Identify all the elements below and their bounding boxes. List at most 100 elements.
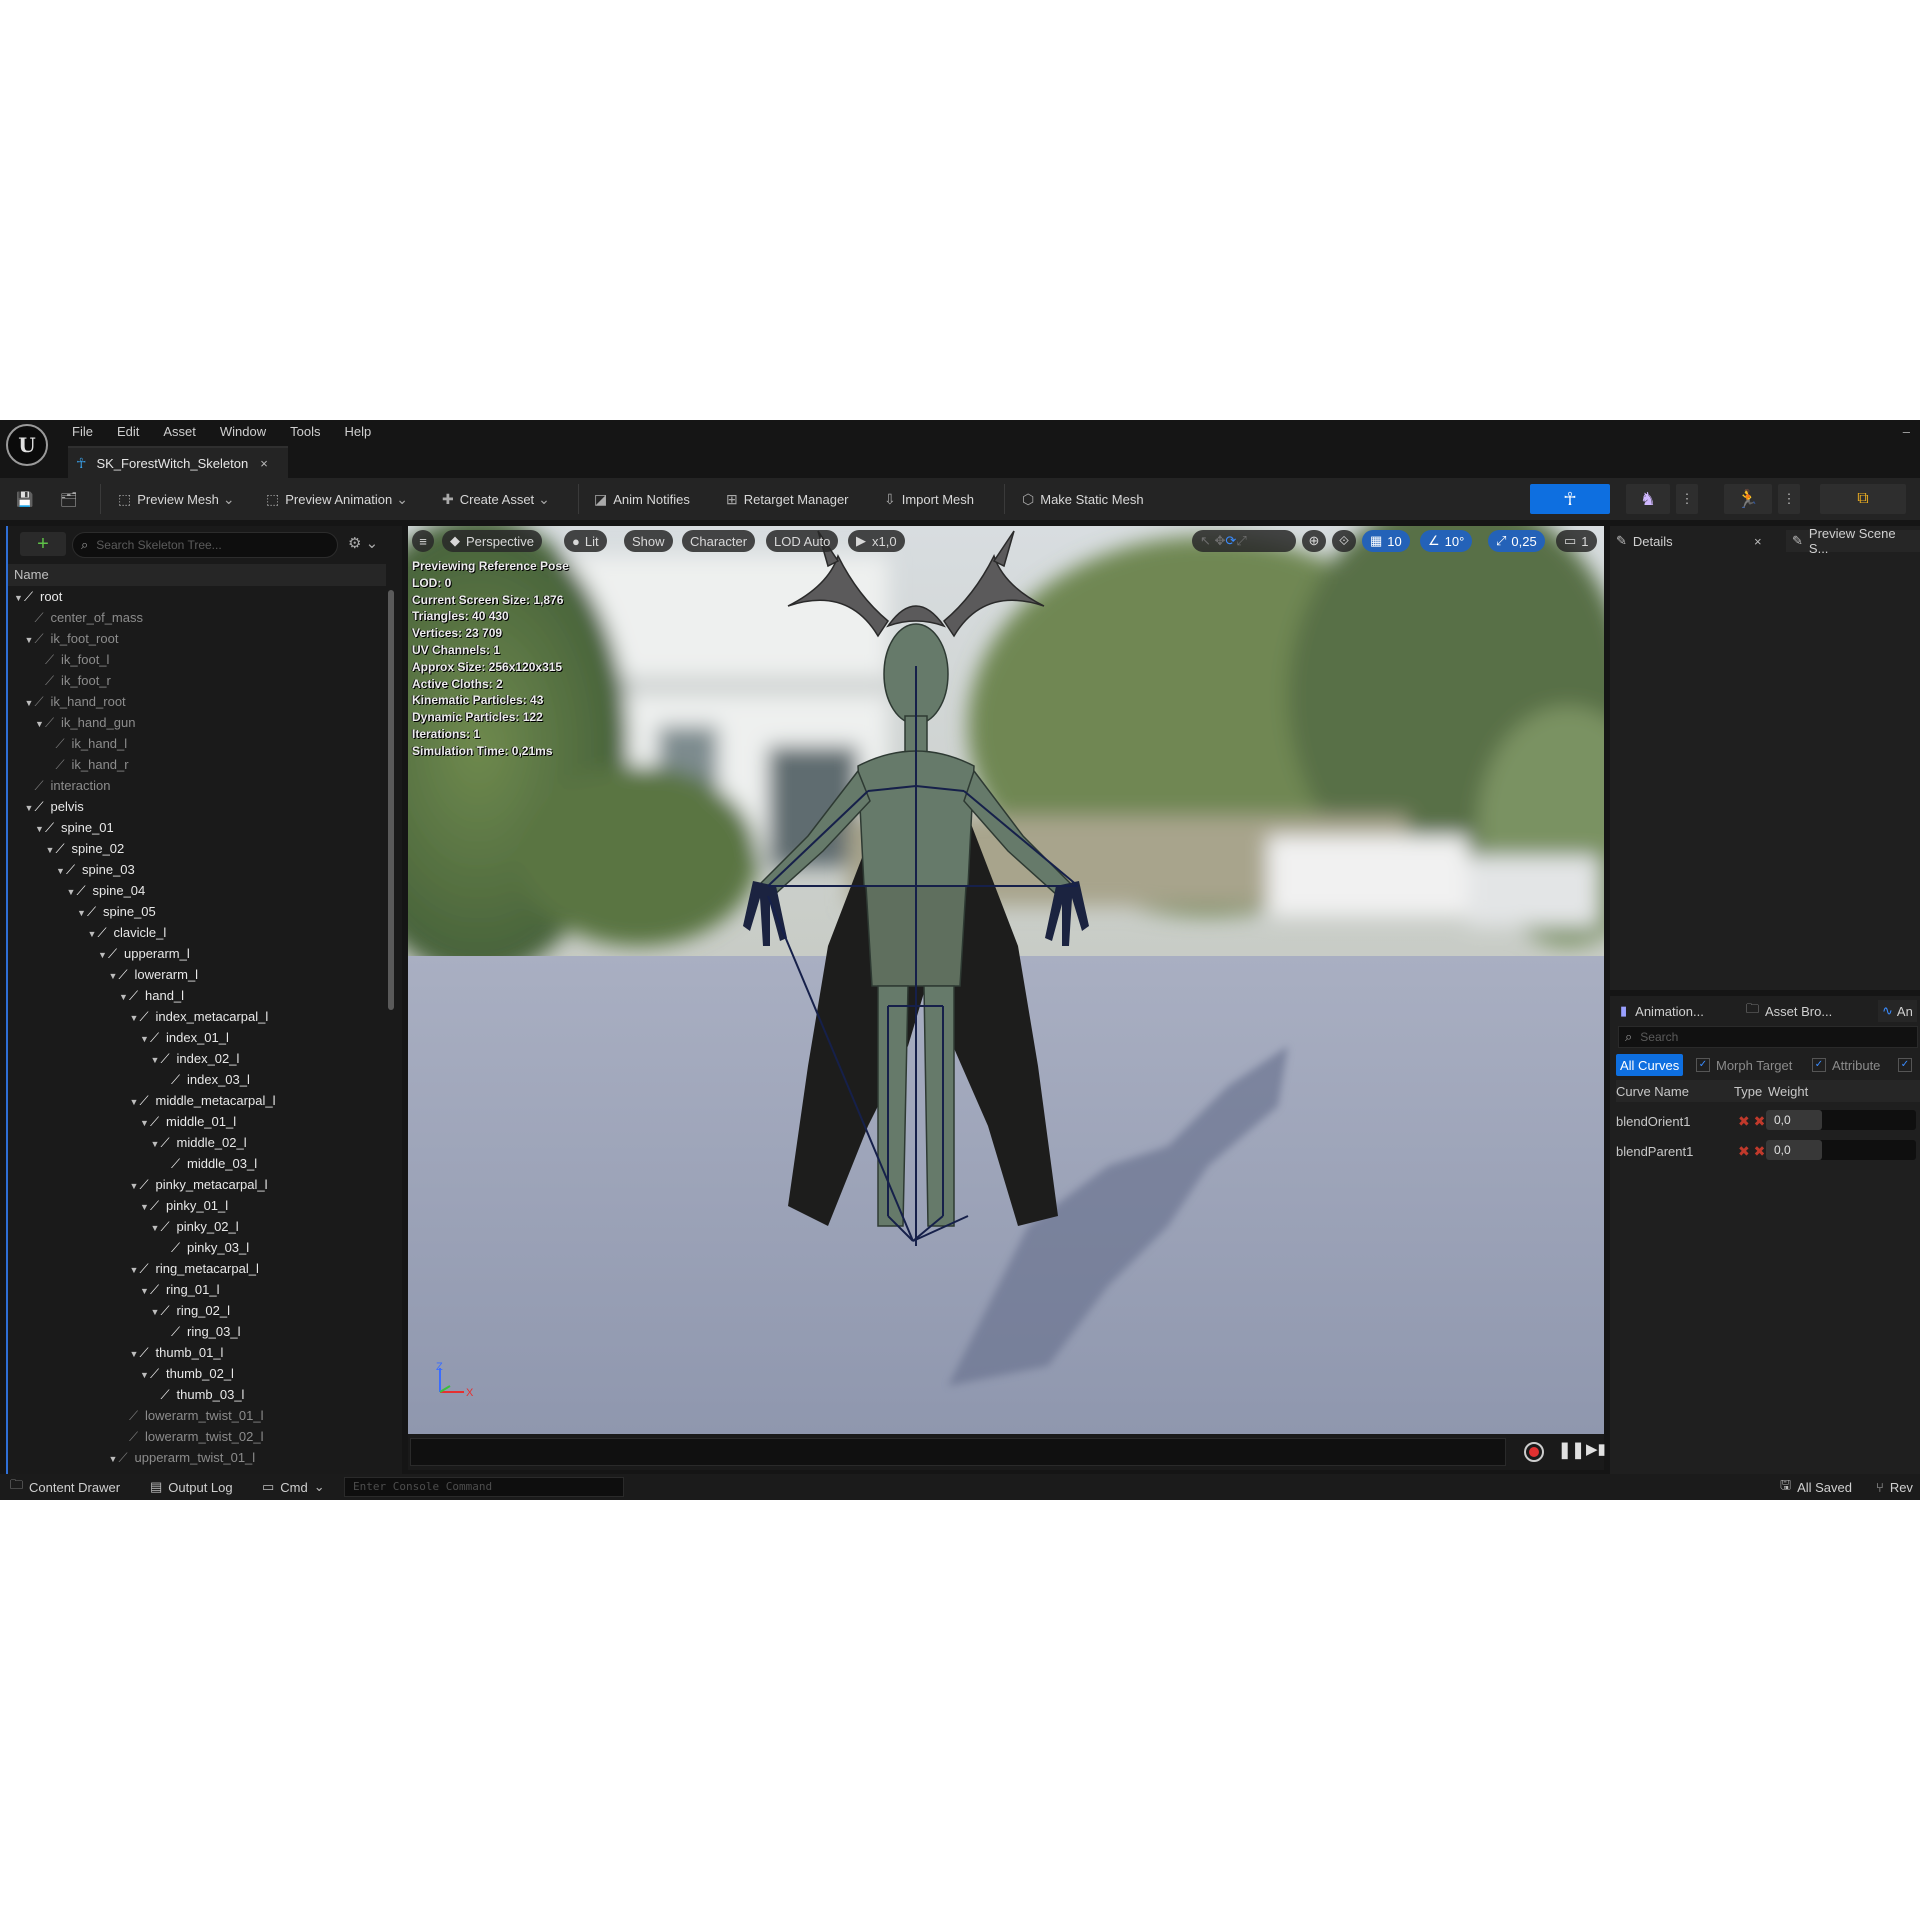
expand-arrow-icon[interactable]: ▼ bbox=[130, 1260, 140, 1281]
save-icon[interactable]: 💾 bbox=[16, 486, 39, 512]
curve-search-input[interactable] bbox=[1638, 1029, 1903, 1045]
details-tab[interactable]: ✎ Details bbox=[1616, 530, 1673, 552]
name-column-header[interactable]: Name bbox=[8, 564, 386, 586]
preview-scene-tab[interactable]: ✎ Preview Scene S... bbox=[1786, 526, 1920, 556]
curve-row[interactable]: blendOrient1 ✖ ✖ 0,0 bbox=[1616, 1108, 1920, 1134]
expand-arrow-icon[interactable]: ▼ bbox=[130, 1008, 140, 1029]
bone-row[interactable]: ⟋ interaction bbox=[25, 775, 111, 796]
cmd-dropdown[interactable]: ▭ Cmd ⌄ bbox=[262, 1477, 325, 1497]
animation-mode-options-icon[interactable]: ⋮ bbox=[1778, 484, 1800, 514]
filter-morph-target[interactable]: ✓ Morph Target bbox=[1696, 1054, 1792, 1076]
bone-row[interactable]: ▼⟋ index_02_l bbox=[151, 1048, 240, 1069]
timeline-scrubber[interactable] bbox=[410, 1438, 1506, 1466]
bone-row[interactable]: ▼⟋ index_metacarpal_l bbox=[130, 1006, 269, 1027]
expand-arrow-icon[interactable]: ▼ bbox=[109, 1449, 119, 1470]
step-forward-icon[interactable]: ▶▮ bbox=[1586, 1440, 1606, 1458]
col-type[interactable]: Type bbox=[1734, 1084, 1762, 1099]
curve-row[interactable]: blendParent1 ✖ ✖ 0,0 bbox=[1616, 1138, 1920, 1164]
skeleton-search-input[interactable] bbox=[94, 537, 319, 553]
animation-tab[interactable]: ▮ Animation... bbox=[1620, 1000, 1704, 1022]
filter-attribute[interactable]: ✓ Attribute bbox=[1812, 1054, 1880, 1076]
bone-row[interactable]: ▼⟋ hand_l bbox=[119, 985, 184, 1006]
expand-arrow-icon[interactable]: ▼ bbox=[130, 1092, 140, 1113]
make-static-mesh-button[interactable]: ⬡ Make Static Mesh bbox=[1022, 486, 1144, 512]
expand-arrow-icon[interactable]: ▼ bbox=[140, 1113, 150, 1134]
output-log-button[interactable]: ▤ Output Log bbox=[150, 1477, 233, 1497]
pause-icon[interactable]: ❚❚ bbox=[1558, 1440, 1585, 1460]
bone-row[interactable]: ⟋ middle_03_l bbox=[161, 1153, 257, 1174]
bone-row[interactable]: ⟋ center_of_mass bbox=[25, 607, 144, 628]
animation-mode-button[interactable]: 🏃 bbox=[1724, 484, 1772, 514]
bone-row[interactable]: ▼⟋ thumb_01_l bbox=[130, 1342, 224, 1363]
menu-help[interactable]: Help bbox=[332, 420, 383, 444]
lod-button[interactable]: LOD Auto bbox=[766, 530, 839, 552]
expand-arrow-icon[interactable]: ▼ bbox=[88, 924, 98, 945]
bone-row[interactable]: ▼⟋ middle_02_l bbox=[151, 1132, 247, 1153]
bone-row[interactable]: ▼⟋ ik_hand_gun bbox=[35, 712, 135, 733]
expand-arrow-icon[interactable]: ▼ bbox=[109, 966, 119, 987]
console-command-input[interactable] bbox=[351, 1479, 625, 1494]
filter-more[interactable]: ✓ bbox=[1898, 1054, 1918, 1076]
bone-row[interactable]: ⟋ lowerarm_twist_01_l bbox=[119, 1405, 264, 1426]
expand-arrow-icon[interactable]: ▼ bbox=[77, 903, 87, 924]
bone-row[interactable]: ▼⟋ pinky_metacarpal_l bbox=[130, 1174, 268, 1195]
retarget-manager-button[interactable]: ⊞ Retarget Manager bbox=[726, 486, 849, 512]
bone-row[interactable]: ▼⟋ pinky_01_l bbox=[140, 1195, 228, 1216]
bone-row[interactable]: ▼⟋ ik_foot_root bbox=[25, 628, 119, 649]
expand-arrow-icon[interactable]: ▼ bbox=[67, 882, 77, 903]
expand-arrow-icon[interactable]: ▼ bbox=[140, 1197, 150, 1218]
bone-row[interactable]: ▼⟋ spine_04 bbox=[67, 880, 146, 901]
transform-tools-group[interactable]: ↖ ✥ ⟳ ⤢ bbox=[1192, 530, 1296, 552]
preview-animation-button[interactable]: ⬚ Preview Animation ⌄ bbox=[266, 486, 414, 512]
content-drawer-button[interactable]: 🗀 Content Drawer bbox=[10, 1477, 120, 1497]
expand-arrow-icon[interactable]: ▼ bbox=[35, 819, 45, 840]
expand-arrow-icon[interactable]: ▼ bbox=[151, 1302, 161, 1323]
bone-row[interactable]: ▼⟋ spine_02 bbox=[46, 838, 125, 859]
skeleton-search-field[interactable]: ⌕ bbox=[72, 532, 338, 558]
expand-arrow-icon[interactable]: ▼ bbox=[14, 588, 24, 609]
anim-curves-tab[interactable]: ∿ An bbox=[1878, 1000, 1917, 1022]
play-speed-button[interactable]: ▶ x1,0 bbox=[848, 530, 905, 552]
menu-asset[interactable]: Asset bbox=[151, 420, 208, 444]
menu-tools[interactable]: Tools bbox=[278, 420, 332, 444]
preview-viewport[interactable]: ≡ ◆ Perspective ● Lit Show Character LOD A… bbox=[408, 526, 1604, 1434]
mesh-mode-options-icon[interactable]: ⋮ bbox=[1676, 484, 1698, 514]
bone-row[interactable]: ▼⟋ upperarm_twist_01_l bbox=[109, 1447, 256, 1468]
bone-row[interactable]: ▼⟋ ik_hand_root bbox=[25, 691, 126, 712]
bone-row[interactable]: ▼⟋ pelvis bbox=[25, 796, 84, 817]
bone-row[interactable]: ▼⟋ index_01_l bbox=[140, 1027, 229, 1048]
world-local-icon[interactable]: ⊕ bbox=[1302, 530, 1326, 552]
expand-arrow-icon[interactable]: ▼ bbox=[25, 798, 35, 819]
create-asset-button[interactable]: ✚ Create Asset ⌄ bbox=[442, 486, 556, 512]
bone-row[interactable]: ▼⟋ spine_03 bbox=[56, 859, 135, 880]
expand-arrow-icon[interactable]: ▼ bbox=[140, 1281, 150, 1302]
record-button[interactable] bbox=[1524, 1442, 1544, 1462]
preview-mesh-button[interactable]: ⬚ Preview Mesh ⌄ bbox=[118, 486, 241, 512]
bone-row[interactable]: ⟋ ik_hand_l bbox=[46, 733, 128, 754]
mesh-mode-button[interactable]: ♞ bbox=[1626, 484, 1670, 514]
character-button[interactable]: Character bbox=[682, 530, 756, 552]
bone-row[interactable]: ▼⟋ spine_01 bbox=[35, 817, 114, 838]
expand-arrow-icon[interactable]: ▼ bbox=[151, 1134, 161, 1155]
expand-arrow-icon[interactable]: ▼ bbox=[98, 945, 108, 966]
revision-control-button[interactable]: ⑂ Rev bbox=[1876, 1477, 1913, 1497]
expand-arrow-icon[interactable]: ▼ bbox=[151, 1218, 161, 1239]
all-saved-indicator[interactable]: 🖫 All Saved bbox=[1780, 1477, 1852, 1497]
bone-row[interactable]: ▼⟋ root bbox=[14, 586, 62, 607]
rotation-snap-button[interactable]: ∠ 10° bbox=[1420, 530, 1473, 552]
console-command-field[interactable] bbox=[344, 1477, 625, 1497]
expand-arrow-icon[interactable]: ▼ bbox=[151, 1050, 161, 1071]
curve-search-field[interactable]: ⌕ bbox=[1618, 1026, 1918, 1048]
bone-row[interactable]: ▼⟋ ring_metacarpal_l bbox=[130, 1258, 259, 1279]
expand-arrow-icon[interactable]: ▼ bbox=[130, 1176, 140, 1197]
col-curve-name[interactable]: Curve Name bbox=[1616, 1084, 1689, 1099]
menu-window[interactable]: Window bbox=[208, 420, 278, 444]
bone-row[interactable]: ⟋ ring_03_l bbox=[161, 1321, 241, 1342]
menu-file[interactable]: File bbox=[60, 420, 105, 444]
bone-row[interactable]: ▼⟋ spine_05 bbox=[77, 901, 156, 922]
bone-row[interactable]: ▼⟋ middle_01_l bbox=[140, 1111, 236, 1132]
filter-all-curves[interactable]: All Curves bbox=[1616, 1054, 1684, 1076]
menu-edit[interactable]: Edit bbox=[105, 420, 151, 444]
bone-row[interactable]: ▼⟋ middle_metacarpal_l bbox=[130, 1090, 276, 1111]
expand-arrow-icon[interactable]: ▼ bbox=[25, 693, 35, 714]
